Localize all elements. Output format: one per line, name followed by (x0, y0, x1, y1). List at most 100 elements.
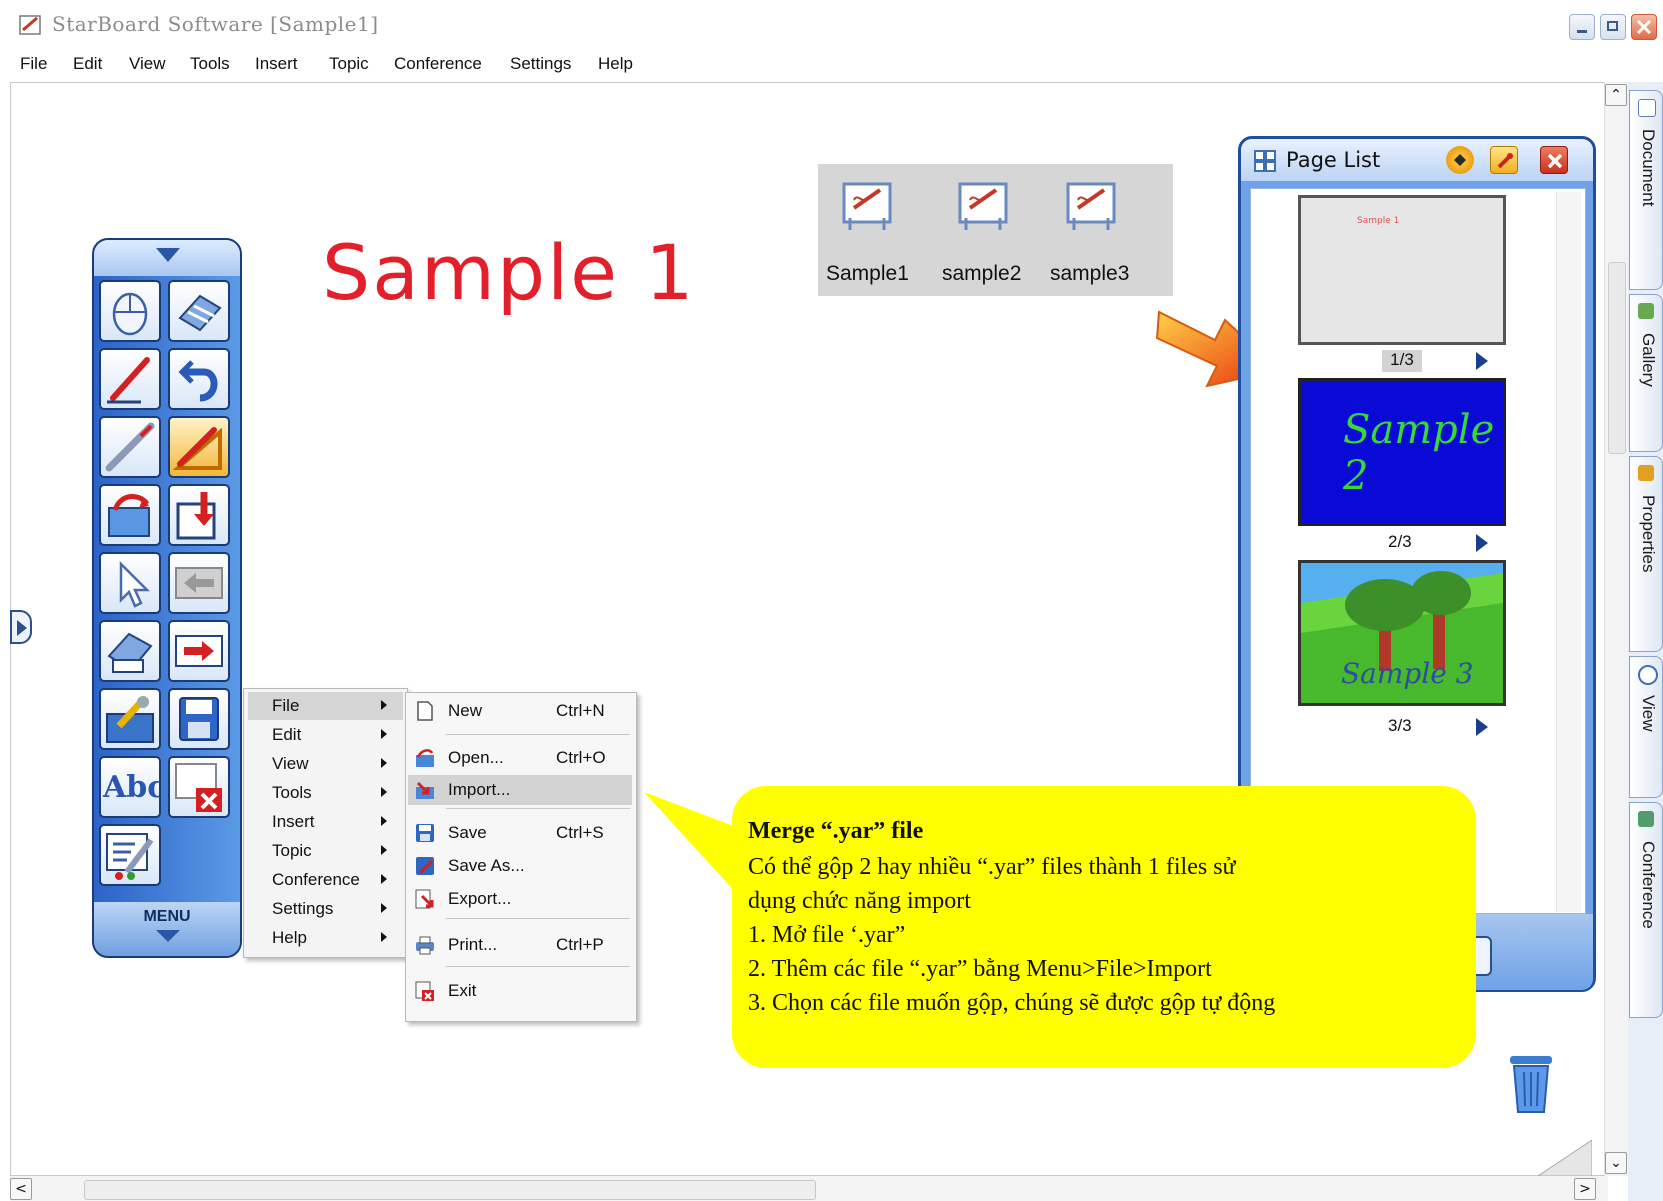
scroll-left-button[interactable]: < (10, 1178, 32, 1200)
yar-file-icon[interactable] (956, 178, 1010, 232)
menu-view[interactable]: View (129, 54, 166, 74)
yar-file-icon[interactable] (840, 178, 894, 232)
tab-document[interactable]: Document (1629, 90, 1663, 290)
expand-panel-button[interactable] (10, 610, 32, 644)
customize-toolbar-button[interactable] (99, 824, 161, 886)
select-pointer-button[interactable] (99, 552, 161, 614)
submenu-arrow-icon (381, 729, 387, 739)
page-thumbnail-1[interactable]: Sample 1 (1298, 195, 1506, 345)
thumbnail-text: Sample 1 (1357, 216, 1400, 226)
restore-button[interactable] (1600, 14, 1626, 40)
menu-tools[interactable]: Tools (190, 54, 230, 74)
navigate-icon (1454, 154, 1466, 166)
delete-icon (175, 763, 222, 812)
menu-settings[interactable]: Settings (510, 54, 571, 74)
conference-icon (1638, 811, 1654, 827)
menu-item-import[interactable]: Import... (408, 775, 632, 805)
page-list-close-button[interactable] (1540, 146, 1568, 174)
thumbnail-text: Sample 3 (1341, 657, 1474, 690)
page-thumbnail-2[interactable]: Sample 2 (1298, 378, 1506, 526)
new-file-icon (417, 701, 433, 721)
submenu-arrow-icon (381, 816, 387, 826)
save-as-icon (416, 857, 434, 875)
undo-button[interactable] (168, 348, 230, 410)
yar-file-icon[interactable] (1064, 178, 1118, 232)
submenu-arrow-icon (381, 903, 387, 913)
page-list-title: Page List (1286, 148, 1381, 172)
page-play-icon[interactable] (1476, 534, 1488, 552)
context-menu-item-insert[interactable]: Insert (248, 808, 403, 836)
menu-separator (446, 808, 630, 809)
callout-text-line: 3. Chọn các file muốn gộp, chúng sẽ được… (748, 990, 1276, 1016)
menu-item-save-as[interactable]: Save As... (408, 851, 632, 881)
tab-view[interactable]: View (1629, 656, 1663, 798)
menu-file[interactable]: File (20, 54, 47, 74)
restore-icon (1607, 21, 1618, 31)
clear-icon (107, 632, 153, 673)
menu-item-print[interactable]: Print... Ctrl+P (408, 930, 632, 960)
insert-page-icon (176, 492, 216, 540)
mouse-tool-button[interactable] (99, 280, 161, 342)
context-menu-item-tools[interactable]: Tools (248, 779, 403, 807)
close-icon (1636, 19, 1652, 35)
vertical-scroll-thumb[interactable] (1608, 262, 1626, 454)
insert-page-button[interactable] (168, 484, 230, 546)
page-list-navigate-button[interactable] (1446, 146, 1474, 174)
save-button[interactable] (168, 688, 230, 750)
page-number-1: 1/3 (1382, 350, 1422, 372)
scroll-up-button[interactable]: ⌃ (1605, 84, 1627, 106)
open-file-button[interactable] (99, 484, 161, 546)
menu-chevron-down-icon (156, 930, 180, 942)
clear-page-button[interactable] (99, 620, 161, 682)
grid-icon (1254, 150, 1276, 172)
close-button[interactable] (1631, 14, 1657, 40)
pen-tool-button[interactable] (99, 348, 161, 410)
menu-help[interactable]: Help (598, 54, 633, 74)
menu-item-export[interactable]: Export... (408, 884, 632, 914)
minimize-button[interactable] (1569, 14, 1595, 40)
menu-item-exit[interactable]: Exit (408, 976, 632, 1006)
canvas-title-text[interactable]: Sample 1 (322, 228, 695, 317)
next-page-button[interactable] (168, 620, 230, 682)
delete-button[interactable] (168, 756, 230, 818)
page-thumbnail-3[interactable]: Sample 3 (1298, 560, 1506, 706)
scroll-down-button[interactable]: ⌄ (1605, 1152, 1627, 1174)
page-curl-icon[interactable] (1538, 1140, 1592, 1176)
page-list-pin-button[interactable] (1490, 146, 1518, 174)
window-title: StarBoard Software [Sample1] (52, 12, 379, 36)
page-list-scrollbar[interactable] (1556, 192, 1581, 912)
recycle-bin-icon[interactable] (1506, 1052, 1556, 1116)
menu-edit[interactable]: Edit (73, 54, 102, 74)
menu-item-save[interactable]: Save Ctrl+S (408, 818, 632, 848)
menu-topic[interactable]: Topic (329, 54, 369, 74)
exit-icon (415, 981, 434, 1001)
context-menu-item-view[interactable]: View (248, 750, 403, 778)
app-icon (19, 15, 41, 35)
tab-properties[interactable]: Properties (1629, 456, 1663, 652)
page-play-icon[interactable] (1476, 718, 1488, 736)
scroll-right-button[interactable]: > (1574, 1178, 1596, 1200)
shape-pen-icon (172, 427, 222, 470)
eraser-tool-button[interactable] (168, 280, 230, 342)
context-menu-item-edit[interactable]: Edit (248, 721, 403, 749)
context-menu-item-help[interactable]: Help (248, 924, 403, 952)
page-play-icon[interactable] (1476, 352, 1488, 370)
text-tool-button[interactable]: Abc (99, 756, 161, 818)
horizontal-scroll-thumb[interactable] (84, 1180, 816, 1200)
tab-gallery[interactable]: Gallery (1629, 294, 1663, 452)
context-menu-item-file[interactable]: File (248, 692, 403, 720)
submenu-arrow-icon (381, 932, 387, 942)
highlighter-tool-button[interactable] (99, 416, 161, 478)
menu-item-new[interactable]: New Ctrl+N (408, 696, 632, 726)
menu-insert[interactable]: Insert (255, 54, 298, 74)
tab-conference[interactable]: Conference (1629, 802, 1663, 1018)
context-menu-item-settings[interactable]: Settings (248, 895, 403, 923)
shape-pen-tool-button[interactable] (168, 416, 230, 478)
context-menu-item-topic[interactable]: Topic (248, 837, 403, 865)
previous-page-button[interactable] (168, 552, 230, 614)
context-menu-item-conference[interactable]: Conference (248, 866, 403, 894)
menu-item-open[interactable]: Open... Ctrl+O (408, 743, 632, 773)
tools-button[interactable] (99, 688, 161, 750)
menu-conference[interactable]: Conference (394, 54, 482, 74)
vertical-scrollbar[interactable] (1604, 82, 1629, 1176)
